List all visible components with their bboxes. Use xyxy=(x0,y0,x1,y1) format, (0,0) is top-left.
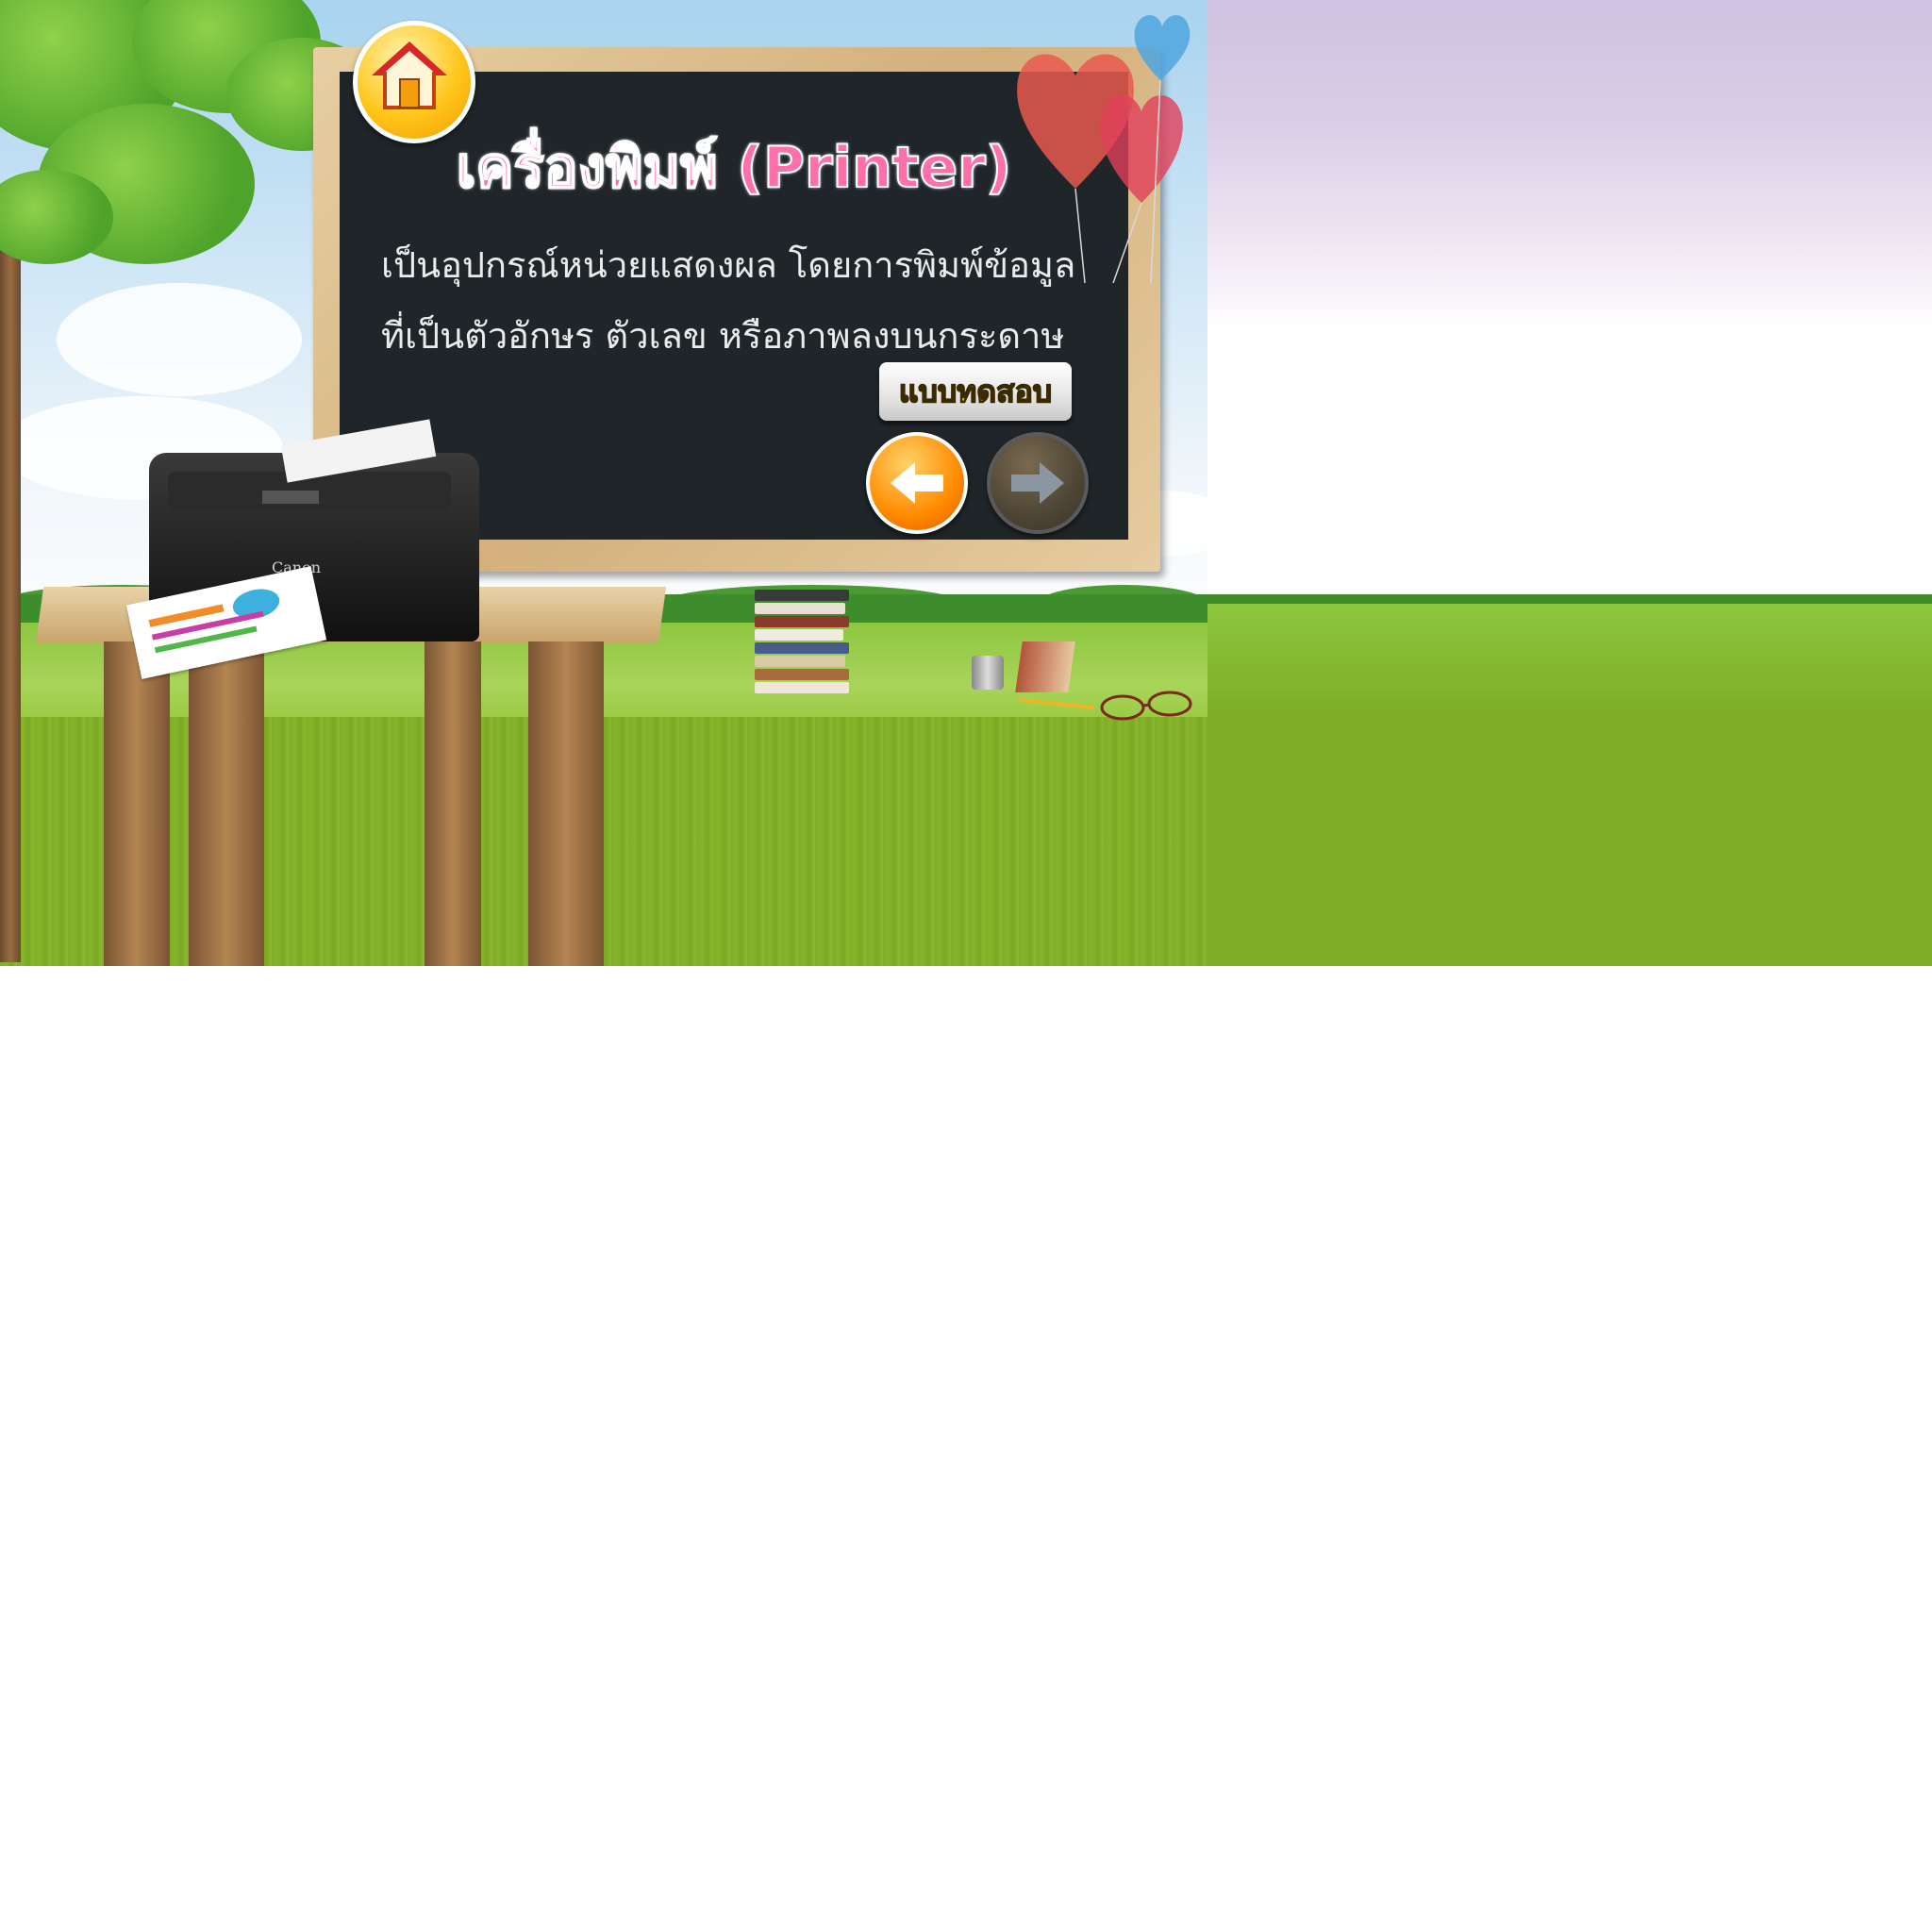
next-button[interactable] xyxy=(987,432,1089,534)
home-icon xyxy=(372,42,447,109)
quiz-button[interactable]: แบบทดสอบ xyxy=(879,362,1072,421)
table-leg xyxy=(189,641,264,966)
tree-trunk xyxy=(0,208,21,962)
home-button[interactable] xyxy=(353,21,475,143)
arrow-right-icon xyxy=(1011,462,1064,504)
notebook xyxy=(1015,641,1075,692)
scene-background: เครื่องพิมพ์ (Printer) เป็นอุปกรณ์หน่วยแ… xyxy=(0,0,1932,966)
cloud xyxy=(57,283,302,396)
sky-extension xyxy=(1208,0,1932,604)
eyeglasses-icon xyxy=(1100,691,1192,721)
description-line-2: ที่เป็นตัวอักษร ตัวเลข หรือภาพลงบนกระดาษ xyxy=(381,315,1065,357)
arrow-left-icon xyxy=(891,462,943,504)
table-leg xyxy=(528,641,604,966)
table-leg xyxy=(104,641,170,966)
grass-extension xyxy=(1208,604,1932,966)
previous-button[interactable] xyxy=(866,432,968,534)
table-leg xyxy=(425,641,481,966)
quiz-button-label: แบบทดสอบ xyxy=(898,373,1053,410)
mug xyxy=(972,656,1004,690)
description-line-1: เป็นอุปกรณ์หน่วยแสดงผล โดยการพิมพ์ข้อมูล xyxy=(381,244,1076,286)
balloons-decoration xyxy=(1017,15,1191,283)
book-stack xyxy=(755,590,858,693)
